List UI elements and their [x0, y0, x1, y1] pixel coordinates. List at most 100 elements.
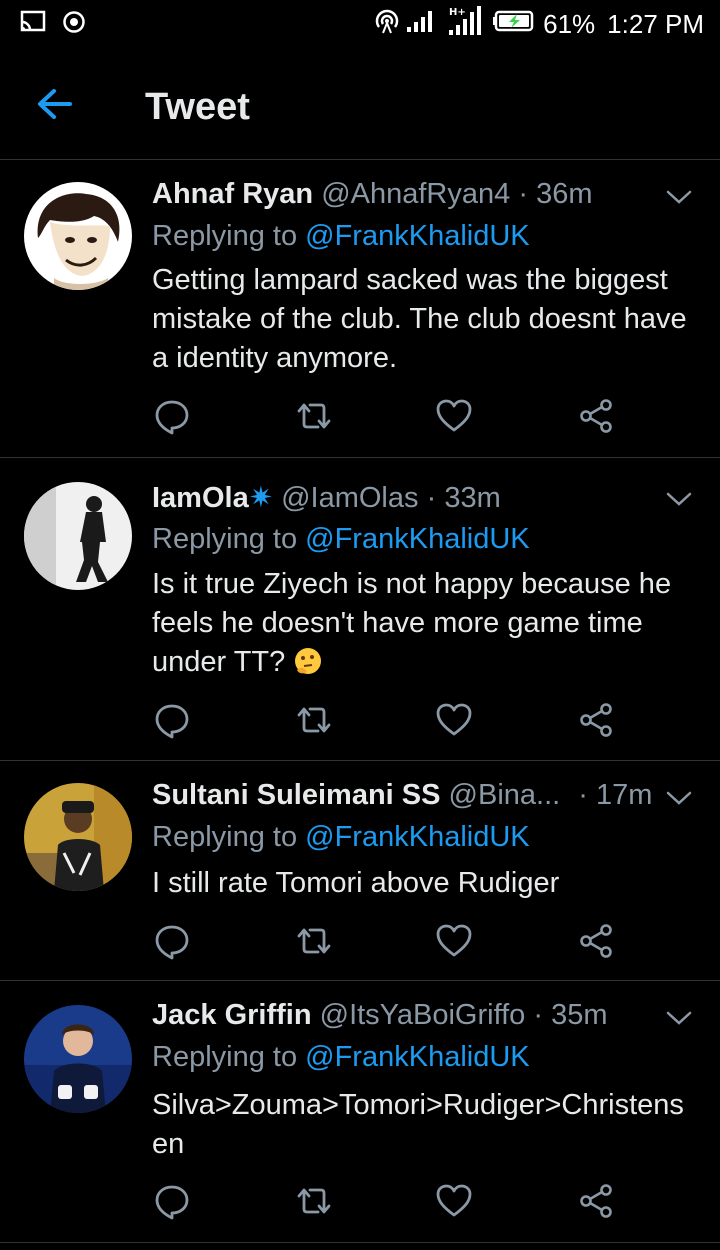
replying-to: Replying to @FrankKhalidUK [152, 220, 530, 253]
svg-text:H+: H+ [449, 7, 466, 18]
retweet-button[interactable] [294, 921, 334, 961]
like-button[interactable] [434, 1181, 474, 1221]
tweet-text: Getting lampard sacked was the biggest m… [152, 264, 687, 374]
separator-dot: · [518, 178, 528, 210]
user-handle[interactable]: @AhnafRyan4 [321, 178, 510, 210]
reply-icon [155, 704, 189, 739]
timestamp[interactable]: 17m [596, 779, 652, 811]
display-name[interactable]: Jack Griffin [152, 999, 312, 1031]
retweet-button[interactable] [294, 396, 334, 436]
tweet-header: Jack Griffin @ItsYaBoiGriffo · 35m [152, 999, 640, 1039]
like-button[interactable] [434, 921, 474, 961]
status-bar: H+ 61% 1:27 PM [0, 0, 720, 50]
reply-icon [155, 1185, 189, 1220]
share-button[interactable] [576, 921, 616, 961]
tweet-text: Silva>Zouma>Tomori>Rudiger>Christensen [152, 1089, 684, 1160]
timestamp[interactable]: 36m [536, 178, 592, 210]
heart-icon [436, 924, 472, 957]
share-button[interactable] [576, 700, 616, 740]
tweet-item[interactable]: Sultani Suleimani SS @Bina... · 17m Repl… [0, 761, 720, 981]
name-badge: ✷ [248, 482, 274, 514]
tweet-menu-button[interactable] [664, 182, 694, 212]
tweet-item[interactable]: IamOla✷ @IamOlas · 33m Replying to @Fran… [0, 458, 720, 761]
mention-link[interactable]: @FrankKhalidUK [305, 1041, 529, 1073]
chevron-down-icon [666, 492, 692, 506]
user-handle[interactable]: @Bina... [449, 779, 561, 811]
timestamp[interactable]: 35m [551, 999, 607, 1031]
heart-icon [436, 1184, 472, 1217]
share-icon [580, 1184, 612, 1218]
page-title: Tweet [145, 86, 250, 128]
mention-link[interactable]: @FrankKhalidUK [305, 523, 529, 555]
replying-to-label: Replying to [152, 821, 306, 853]
user-handle[interactable]: @ItsYaBoiGriffo [320, 999, 526, 1031]
separator-dot: · [426, 482, 437, 514]
replying-to-label: Replying to [152, 220, 306, 252]
retweet-button[interactable] [294, 700, 334, 740]
display-name[interactable]: Sultani Suleimani SS [152, 779, 440, 811]
share-icon [580, 703, 612, 737]
like-button[interactable] [434, 396, 474, 436]
header: Tweet [0, 50, 720, 160]
display-name[interactable]: IamOla✷ [152, 482, 273, 514]
tweet-item[interactable]: Jack Griffin @ItsYaBoiGriffo · 35m Reply… [0, 981, 720, 1243]
tweet-actions [152, 1181, 622, 1221]
reply-button[interactable] [152, 921, 192, 961]
heart-icon [436, 399, 472, 432]
replying-to: Replying to @FrankKhalidUK [152, 821, 530, 854]
tweet-header: IamOla✷ @IamOlas · 33m [152, 480, 640, 520]
clock: 1:27 PM [607, 8, 704, 39]
avatar[interactable] [24, 182, 132, 290]
share-button[interactable] [576, 1181, 616, 1221]
replying-to-label: Replying to [152, 523, 306, 555]
reply-icon [155, 925, 189, 960]
separator-dot: · [578, 779, 588, 811]
record-icon [62, 10, 86, 39]
battery-icon [493, 9, 537, 40]
battery-percent: 61% [543, 8, 596, 39]
tweet-header: Sultani Suleimani SS @Bina... · 17m [152, 779, 660, 819]
retweet-button[interactable] [294, 1181, 334, 1221]
back-button[interactable] [30, 84, 82, 124]
share-icon [580, 399, 612, 433]
tweet-menu-button[interactable] [664, 1003, 694, 1033]
tweet-actions [152, 396, 622, 436]
tweet-text-body: Is it true Ziyech is not happy because h… [152, 568, 672, 678]
share-button[interactable] [576, 396, 616, 436]
tweet-text: I still rate Tomori above Rudiger [152, 867, 560, 899]
chevron-down-icon [666, 190, 692, 204]
signal-hplus-icon: H+ [447, 5, 487, 43]
mention-link[interactable]: @FrankKhalidUK [305, 220, 529, 252]
user-handle[interactable]: @IamOlas [281, 482, 418, 514]
tweet-text: Is it true Ziyech is not happy because h… [152, 565, 697, 682]
tweet-item[interactable]: Ahnaf Ryan @AhnafRyan4 · 36m Replying to… [0, 160, 720, 458]
replying-to: Replying to @FrankKhalidUK [152, 1041, 530, 1074]
replying-to-label: Replying to [152, 1041, 306, 1073]
avatar[interactable] [24, 1005, 132, 1113]
reply-icon [155, 400, 189, 435]
retweet-icon [297, 707, 331, 733]
separator-dot: · [533, 999, 544, 1031]
retweet-icon [297, 928, 331, 954]
cast-icon [20, 10, 46, 39]
tweet-actions [152, 700, 622, 740]
tweet-menu-button[interactable] [664, 484, 694, 514]
avatar[interactable] [24, 783, 132, 891]
display-name[interactable]: Ahnaf Ryan [152, 178, 313, 210]
timestamp[interactable]: 33m [444, 482, 500, 514]
reply-button[interactable] [152, 700, 192, 740]
chevron-down-icon [666, 791, 692, 805]
mention-link[interactable]: @FrankKhalidUK [305, 821, 529, 853]
avatar[interactable] [24, 482, 132, 590]
tweet-menu-button[interactable] [664, 783, 694, 813]
signal-icon [407, 9, 441, 40]
reply-button[interactable] [152, 1181, 192, 1221]
retweet-icon [297, 403, 331, 429]
hotspot-icon [373, 7, 401, 42]
share-icon [580, 924, 612, 958]
like-button[interactable] [434, 700, 474, 740]
tweet-header: Ahnaf Ryan @AhnafRyan4 · 36m [152, 178, 640, 218]
reply-button[interactable] [152, 396, 192, 436]
replying-to: Replying to @FrankKhalidUK [152, 523, 530, 556]
chevron-down-icon [666, 1011, 692, 1025]
